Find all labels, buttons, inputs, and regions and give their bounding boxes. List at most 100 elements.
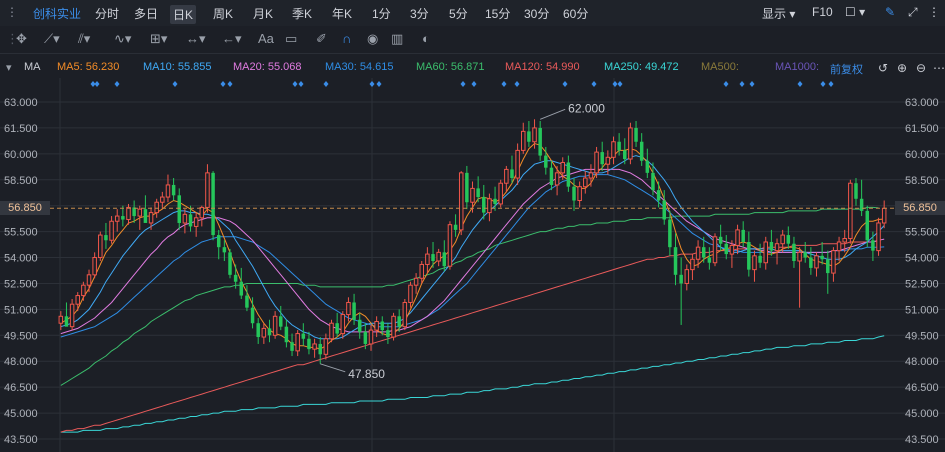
text-tool-icon[interactable]: Aa (258, 31, 274, 46)
candle-down (572, 186, 576, 201)
f10-button[interactable]: F10 (812, 5, 833, 19)
candle-up (391, 315, 396, 338)
y-tick-label-right: 54.000 (905, 253, 939, 265)
candlestick-chart[interactable]: 63.000 63.000 61.500 61.500 60.000 60.000 58.5… (0, 78, 945, 452)
tab-5min[interactable]: 5分 (449, 5, 468, 22)
candle-up (58, 315, 64, 324)
candle-down (318, 343, 322, 355)
eye-icon[interactable]: ◉ (367, 31, 378, 47)
candle-down (171, 184, 176, 196)
candle-down (724, 243, 729, 255)
candle-up (690, 258, 695, 271)
expand-icon[interactable]: ⤢ (908, 5, 918, 20)
candle-down (786, 235, 791, 244)
stock-name[interactable]: 创科实业 (33, 5, 81, 22)
candle-down (386, 330, 390, 338)
more-options-icon[interactable]: ⋯ (933, 61, 945, 75)
zoom-out-icon[interactable]: ⊖ (916, 61, 926, 75)
event-marker-icon (172, 81, 178, 87)
candle-up (205, 172, 210, 208)
line-tool-icon[interactable]: ⟋▾ (44, 31, 60, 47)
candle-down (769, 241, 774, 251)
candle-down (718, 236, 723, 244)
event-marker-icon (612, 81, 618, 87)
candle-up (881, 207, 887, 224)
ma5-value: MA5: 56.230 (57, 61, 120, 73)
candle-up (160, 196, 165, 203)
candle-down (222, 247, 227, 253)
adjust-mode[interactable]: 前复权 (830, 61, 863, 77)
candle-up (588, 172, 594, 179)
display-dropdown[interactable]: 显示 ▾ (762, 5, 795, 22)
tab-month-k[interactable]: 月K (253, 5, 273, 22)
tab-duori[interactable]: 多日 (134, 5, 158, 22)
candle-down (803, 252, 807, 258)
candle-down (211, 172, 215, 236)
tab-30min[interactable]: 30分 (524, 5, 549, 22)
candle-up (137, 208, 143, 217)
tab-fenshi[interactable]: 分时 (95, 5, 119, 22)
ma-legend-bar: ▾ MA MA5: 56.230 MA10: 55.855 MA20: 55.0… (0, 54, 945, 78)
candle-down (871, 240, 875, 251)
tab-15min[interactable]: 15分 (485, 5, 510, 22)
y-tick-label-right: 52.500 (905, 278, 939, 290)
arrow-tool-icon[interactable]: ←▾ (222, 31, 242, 47)
event-marker-icon (292, 81, 298, 87)
candle-up (583, 177, 588, 188)
wave-tool-icon[interactable]: ∿▾ (114, 31, 131, 47)
tab-quarter-k[interactable]: 季K (292, 5, 312, 22)
event-marker-icon (369, 81, 375, 87)
candle-down (820, 255, 824, 260)
y-tick-label-left: 43.500 (4, 434, 38, 446)
ma250-value: MA250: 49.472 (604, 61, 679, 73)
measure-tool-icon[interactable]: ⊞▾ (150, 31, 167, 47)
y-tick-label-right: 43.500 (905, 434, 939, 446)
eraser-icon[interactable]: ✐ (316, 31, 327, 47)
tab-week-k[interactable]: 周K (213, 5, 233, 22)
candle-up (165, 184, 171, 198)
candle-up (114, 215, 120, 222)
toggle-icon[interactable]: ◐ (422, 31, 430, 46)
tab-day-k[interactable]: 日K (170, 5, 197, 24)
magnet-icon[interactable]: ∩ (342, 31, 351, 46)
candle-up (763, 241, 768, 264)
candle-up (774, 243, 780, 252)
more-icon[interactable]: ⋮ (928, 5, 940, 19)
candle-down (239, 281, 244, 296)
candle-down (284, 326, 289, 343)
channel-tool-icon[interactable]: ⫽▾ (78, 31, 90, 47)
y-tick-label-left: 45.000 (4, 408, 38, 420)
comment-tool-icon[interactable]: ▭ (285, 31, 297, 47)
event-marker-icon (828, 81, 834, 87)
collapse-icon[interactable]: ▾ (6, 61, 12, 74)
candle-down (701, 247, 706, 258)
draw-pen-icon[interactable]: ✎ (885, 5, 895, 19)
candle-down (143, 209, 148, 223)
crosshair-icon[interactable]: ✥ (16, 31, 27, 47)
candle-down (826, 259, 830, 274)
candle-up (272, 315, 278, 336)
current-price-tag-left: 56.850 (0, 201, 50, 215)
candle-down (859, 198, 864, 211)
candle-up (182, 213, 188, 224)
ma-indicator-label[interactable]: MA (24, 61, 41, 73)
back-icon[interactable]: ⋮ (6, 5, 18, 19)
tab-3min[interactable]: 3分 (410, 5, 429, 22)
square-toggle-icon[interactable]: ☐ ▾ (845, 5, 865, 19)
candle-down (758, 255, 762, 263)
tab-1min[interactable]: 1分 (372, 5, 391, 22)
candle-up (752, 255, 757, 271)
annotation-leader (539, 108, 566, 120)
candle-up (515, 149, 520, 179)
tab-60min[interactable]: 60分 (563, 5, 588, 22)
tab-year-k[interactable]: 年K (332, 5, 352, 22)
y-tick-label-left: 63.000 (4, 97, 38, 109)
reset-icon[interactable]: ↺ (878, 61, 888, 75)
trash-icon[interactable]: ▥ (391, 31, 403, 47)
range-tool-icon[interactable]: ↔▾ (186, 31, 206, 47)
candle-down (177, 195, 181, 223)
candle-up (729, 244, 735, 255)
candle-up (560, 161, 565, 174)
candle-down (645, 160, 650, 173)
zoom-in-icon[interactable]: ⊕ (897, 61, 907, 75)
